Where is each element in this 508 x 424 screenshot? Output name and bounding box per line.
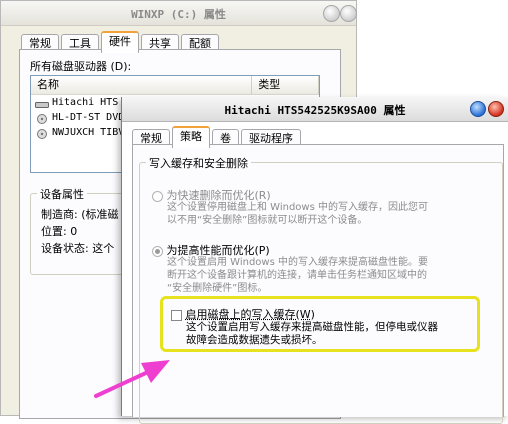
drive-name: Hitachi HTS	[52, 97, 119, 108]
back-window-title: WINXP (C:) 属性	[131, 8, 226, 21]
front-titlebar[interactable]: Hitachi HTS542525K9SA00 属性	[122, 97, 508, 122]
list-header: 名称 类型	[31, 76, 319, 95]
column-name[interactable]: 名称	[31, 76, 253, 94]
device-status-label: 设备状态: 这个	[41, 242, 115, 255]
close-orb-button[interactable]	[488, 101, 504, 117]
description-line: 这个设置启用 Windows 中的写入缓存来提高磁盘性能。要	[167, 257, 428, 268]
description-line: 以不用“安全删除”图标就可以断开这个设备。	[167, 215, 368, 226]
help-button[interactable]	[323, 5, 340, 22]
device-properties-title: 设备属性	[37, 186, 87, 202]
description-line: 断开这个设备跟计算机的连接，请单击任务栏通知区域中的	[167, 270, 427, 281]
front-properties-window: Hitachi HTS542525K9SA00 属性 常规 策略 卷 驱动程序 …	[121, 97, 508, 424]
description-line: 这个设置停用磁盘上和 Windows 中的写入缓存，因此您可	[167, 202, 428, 213]
highlight-box	[160, 296, 480, 352]
quick-removal-radio[interactable]	[152, 190, 163, 202]
hard-drive-icon	[35, 99, 49, 108]
drive-name: HL-DT-ST DVD	[52, 112, 125, 123]
description-line: “安全删除硬件”图标。	[167, 283, 268, 294]
performance-description: 这个设置启用 Windows 中的写入缓存来提高磁盘性能。要 断开这个设备跟计算…	[167, 256, 428, 295]
manufacturer-label: 制造商: (标准磁	[41, 208, 119, 221]
write-cache-group-title: 写入缓存和安全删除	[146, 155, 251, 171]
help-orb-button[interactable]	[470, 101, 486, 117]
close-button[interactable]	[340, 5, 357, 22]
location-label: 位置: 0	[41, 225, 78, 238]
tab-policies[interactable]: 策略	[172, 126, 210, 148]
drive-name: NWJUXCH TIBV	[52, 127, 125, 138]
quick-removal-description: 这个设置停用磁盘上和 Windows 中的写入缓存，因此您可 以不用“安全删除”…	[167, 201, 428, 227]
tab-hardware[interactable]: 硬件	[101, 31, 139, 53]
cd-drive-icon	[35, 128, 49, 139]
performance-radio[interactable]	[152, 245, 163, 257]
back-titlebar[interactable]: WINXP (C:) 属性	[1, 1, 357, 26]
front-window-title: Hitachi HTS542525K9SA00 属性	[224, 104, 406, 117]
drives-label: 所有磁盘驱动器 (D):	[30, 60, 132, 73]
column-type[interactable]: 类型	[252, 76, 319, 94]
dvd-drive-icon	[35, 113, 49, 124]
